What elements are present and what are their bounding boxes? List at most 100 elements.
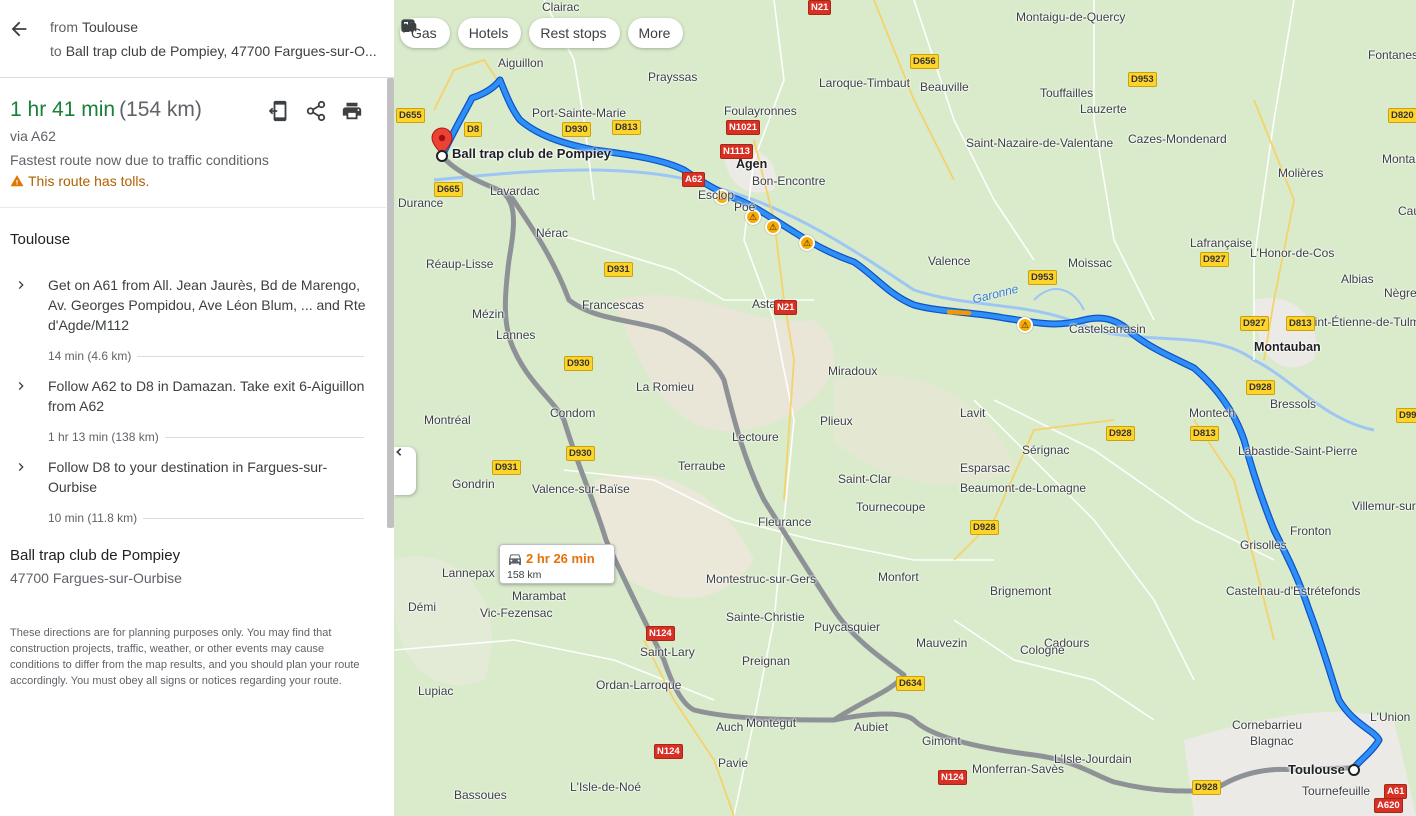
place-label[interactable]: Valence — [928, 254, 970, 268]
panel-scrollbar[interactable] — [387, 78, 394, 528]
place-label[interactable]: Nérac — [536, 226, 568, 240]
place-label[interactable]: Bressols — [1270, 397, 1316, 411]
place-label[interactable]: Port-Sainte-Marie — [532, 106, 626, 120]
roadwork-icon[interactable]: ⚠ — [1017, 317, 1033, 333]
share-icon[interactable] — [305, 100, 327, 122]
place-label[interactable]: Moissac — [1068, 256, 1112, 270]
place-label[interactable]: Lupiac — [418, 684, 453, 698]
place-label[interactable]: Molières — [1278, 166, 1323, 180]
place-label[interactable]: Lavit — [960, 406, 985, 420]
place-label[interactable]: Miradoux — [828, 364, 877, 378]
place-label[interactable]: Beauville — [920, 80, 969, 94]
place-label[interactable]: Montestruc-sur-Gers — [706, 572, 816, 586]
place-label[interactable]: Montauban — [1254, 340, 1321, 354]
place-label[interactable]: Grisolles — [1240, 538, 1287, 552]
map-origin-label[interactable]: Toulouse — [1288, 762, 1345, 777]
place-label[interactable]: Fleurance — [758, 515, 811, 529]
place-label[interactable]: Ordan-Larroque — [596, 678, 681, 692]
chevron-right-icon[interactable] — [13, 378, 29, 394]
origin-field[interactable]: from Toulouse — [50, 19, 378, 35]
place-label[interactable]: Montech — [1189, 406, 1235, 420]
place-label[interactable]: Villemur-sur- — [1352, 499, 1416, 513]
place-label[interactable]: Valence-sur-Baïse — [532, 482, 630, 496]
place-label[interactable]: Lauzerte — [1080, 102, 1127, 116]
alternate-route-callout[interactable]: 2 hr 26 min 158 km — [499, 544, 615, 584]
place-label[interactable]: Tournecoupe — [856, 500, 925, 514]
map-canvas[interactable]: ⚠ ⚠ ⚠ ⚠ ⚠ Ball trap club de Pompiey Toul… — [394, 0, 1416, 816]
place-label[interactable]: Démi — [408, 600, 436, 614]
place-label[interactable]: Montréal — [424, 413, 471, 427]
place-label[interactable]: Poé — [734, 200, 755, 214]
place-label[interactable]: Brignemont — [990, 584, 1051, 598]
chevron-right-icon[interactable] — [13, 459, 29, 475]
place-label[interactable]: Pavie — [718, 756, 748, 770]
place-label[interactable]: Clairac — [542, 0, 579, 14]
place-label[interactable]: Preignan — [742, 654, 790, 668]
destination-field[interactable]: to Ball trap club de Pompiey, 47700 Fargu… — [50, 43, 378, 59]
hotels-chip[interactable]: Hotels — [401, 18, 522, 48]
place-label[interactable]: Lannes — [496, 328, 535, 342]
place-label[interactable]: La Romieu — [636, 380, 694, 394]
place-label[interactable]: Labastide-Saint-Pierre — [1238, 444, 1357, 458]
collapse-panel-button[interactable] — [394, 447, 416, 495]
place-label[interactable]: Gimont — [922, 734, 961, 748]
place-label[interactable]: Saint-Étienne-de-Tulmont — [1300, 315, 1416, 329]
send-to-phone-icon[interactable] — [269, 100, 291, 122]
place-label[interactable]: Durance — [398, 196, 443, 210]
print-icon[interactable] — [341, 100, 363, 122]
place-label[interactable]: Bassoues — [454, 788, 507, 802]
place-label[interactable]: Monfort — [878, 570, 919, 584]
place-label[interactable]: Laroque-Timbaut — [819, 76, 910, 90]
place-label[interactable]: Aiguillon — [498, 56, 543, 70]
place-label[interactable]: Nègrepelisse — [1384, 286, 1416, 300]
place-label[interactable]: Esparsac — [960, 461, 1010, 475]
roadwork-icon[interactable]: ⚠ — [765, 219, 781, 235]
back-arrow-icon[interactable] — [8, 18, 30, 40]
place-label[interactable]: L'Isle-de-Noé — [570, 780, 641, 794]
place-label[interactable]: Castelnau-d'Estrétefonds — [1226, 584, 1360, 598]
place-label[interactable]: Aubiet — [854, 720, 888, 734]
place-label[interactable]: Castelsarrasin — [1069, 322, 1146, 336]
place-label[interactable]: Fronton — [1290, 524, 1331, 538]
place-label[interactable]: Tournefeuille — [1302, 784, 1370, 798]
place-label[interactable]: Saint-Nazaire-de-Valentane — [966, 136, 1113, 150]
place-label[interactable]: L'Union — [1370, 710, 1410, 724]
place-label[interactable]: L'Honor-de-Cos — [1250, 246, 1334, 260]
place-label[interactable]: Monferran-Savès — [972, 762, 1064, 776]
place-label[interactable]: Esclop — [698, 188, 734, 202]
place-label[interactable]: Condom — [550, 406, 595, 420]
place-label[interactable]: Réaup-Lisse — [426, 257, 493, 271]
place-label[interactable]: Touffailles — [1040, 86, 1093, 100]
map-destination-label[interactable]: Ball trap club de Pompiey — [452, 146, 611, 161]
place-label[interactable]: Agen — [736, 157, 767, 171]
place-label[interactable]: Gondrin — [452, 477, 495, 491]
place-label[interactable]: Cornebarrieu — [1232, 718, 1302, 732]
place-label[interactable]: Beaumont-de-Lomagne — [960, 481, 1086, 495]
place-label[interactable]: Plieux — [820, 414, 853, 428]
place-label[interactable]: Foulayronnes — [724, 104, 797, 118]
place-label[interactable]: Vic-Fezensac — [480, 606, 552, 620]
more-chip[interactable]: More — [401, 18, 684, 48]
rest-stops-chip[interactable]: Rest stops — [401, 18, 620, 48]
place-label[interactable]: Francescas — [582, 298, 644, 312]
place-label[interactable]: Mauvezin — [916, 636, 967, 650]
place-label[interactable]: Terraube — [678, 459, 725, 473]
place-label[interactable]: Blagnac — [1250, 734, 1293, 748]
place-label[interactable]: Montalzat — [1382, 152, 1416, 166]
place-label[interactable]: Lannepax — [442, 566, 495, 580]
chevron-right-icon[interactable] — [13, 277, 29, 293]
place-label[interactable]: Sainte-Christie — [726, 610, 805, 624]
place-label[interactable]: Bon-Encontre — [752, 174, 825, 188]
place-label[interactable]: Lafrançaise — [1190, 236, 1252, 250]
place-label[interactable]: Albias — [1341, 272, 1374, 286]
place-label[interactable]: Lavardac — [490, 184, 539, 198]
place-label[interactable]: Lectoure — [732, 430, 779, 444]
place-label[interactable]: Saint-Lary — [640, 645, 695, 659]
place-label[interactable]: Caus — [1398, 204, 1416, 218]
place-label[interactable]: Cazes-Mondenard — [1128, 132, 1227, 146]
place-label[interactable]: Mézin — [472, 307, 504, 321]
place-label[interactable]: Marambat — [512, 589, 566, 603]
place-label[interactable]: Prayssas — [648, 70, 697, 84]
roadwork-icon[interactable]: ⚠ — [799, 235, 815, 251]
place-label[interactable]: L'Isle-Jourdain — [1054, 752, 1132, 766]
